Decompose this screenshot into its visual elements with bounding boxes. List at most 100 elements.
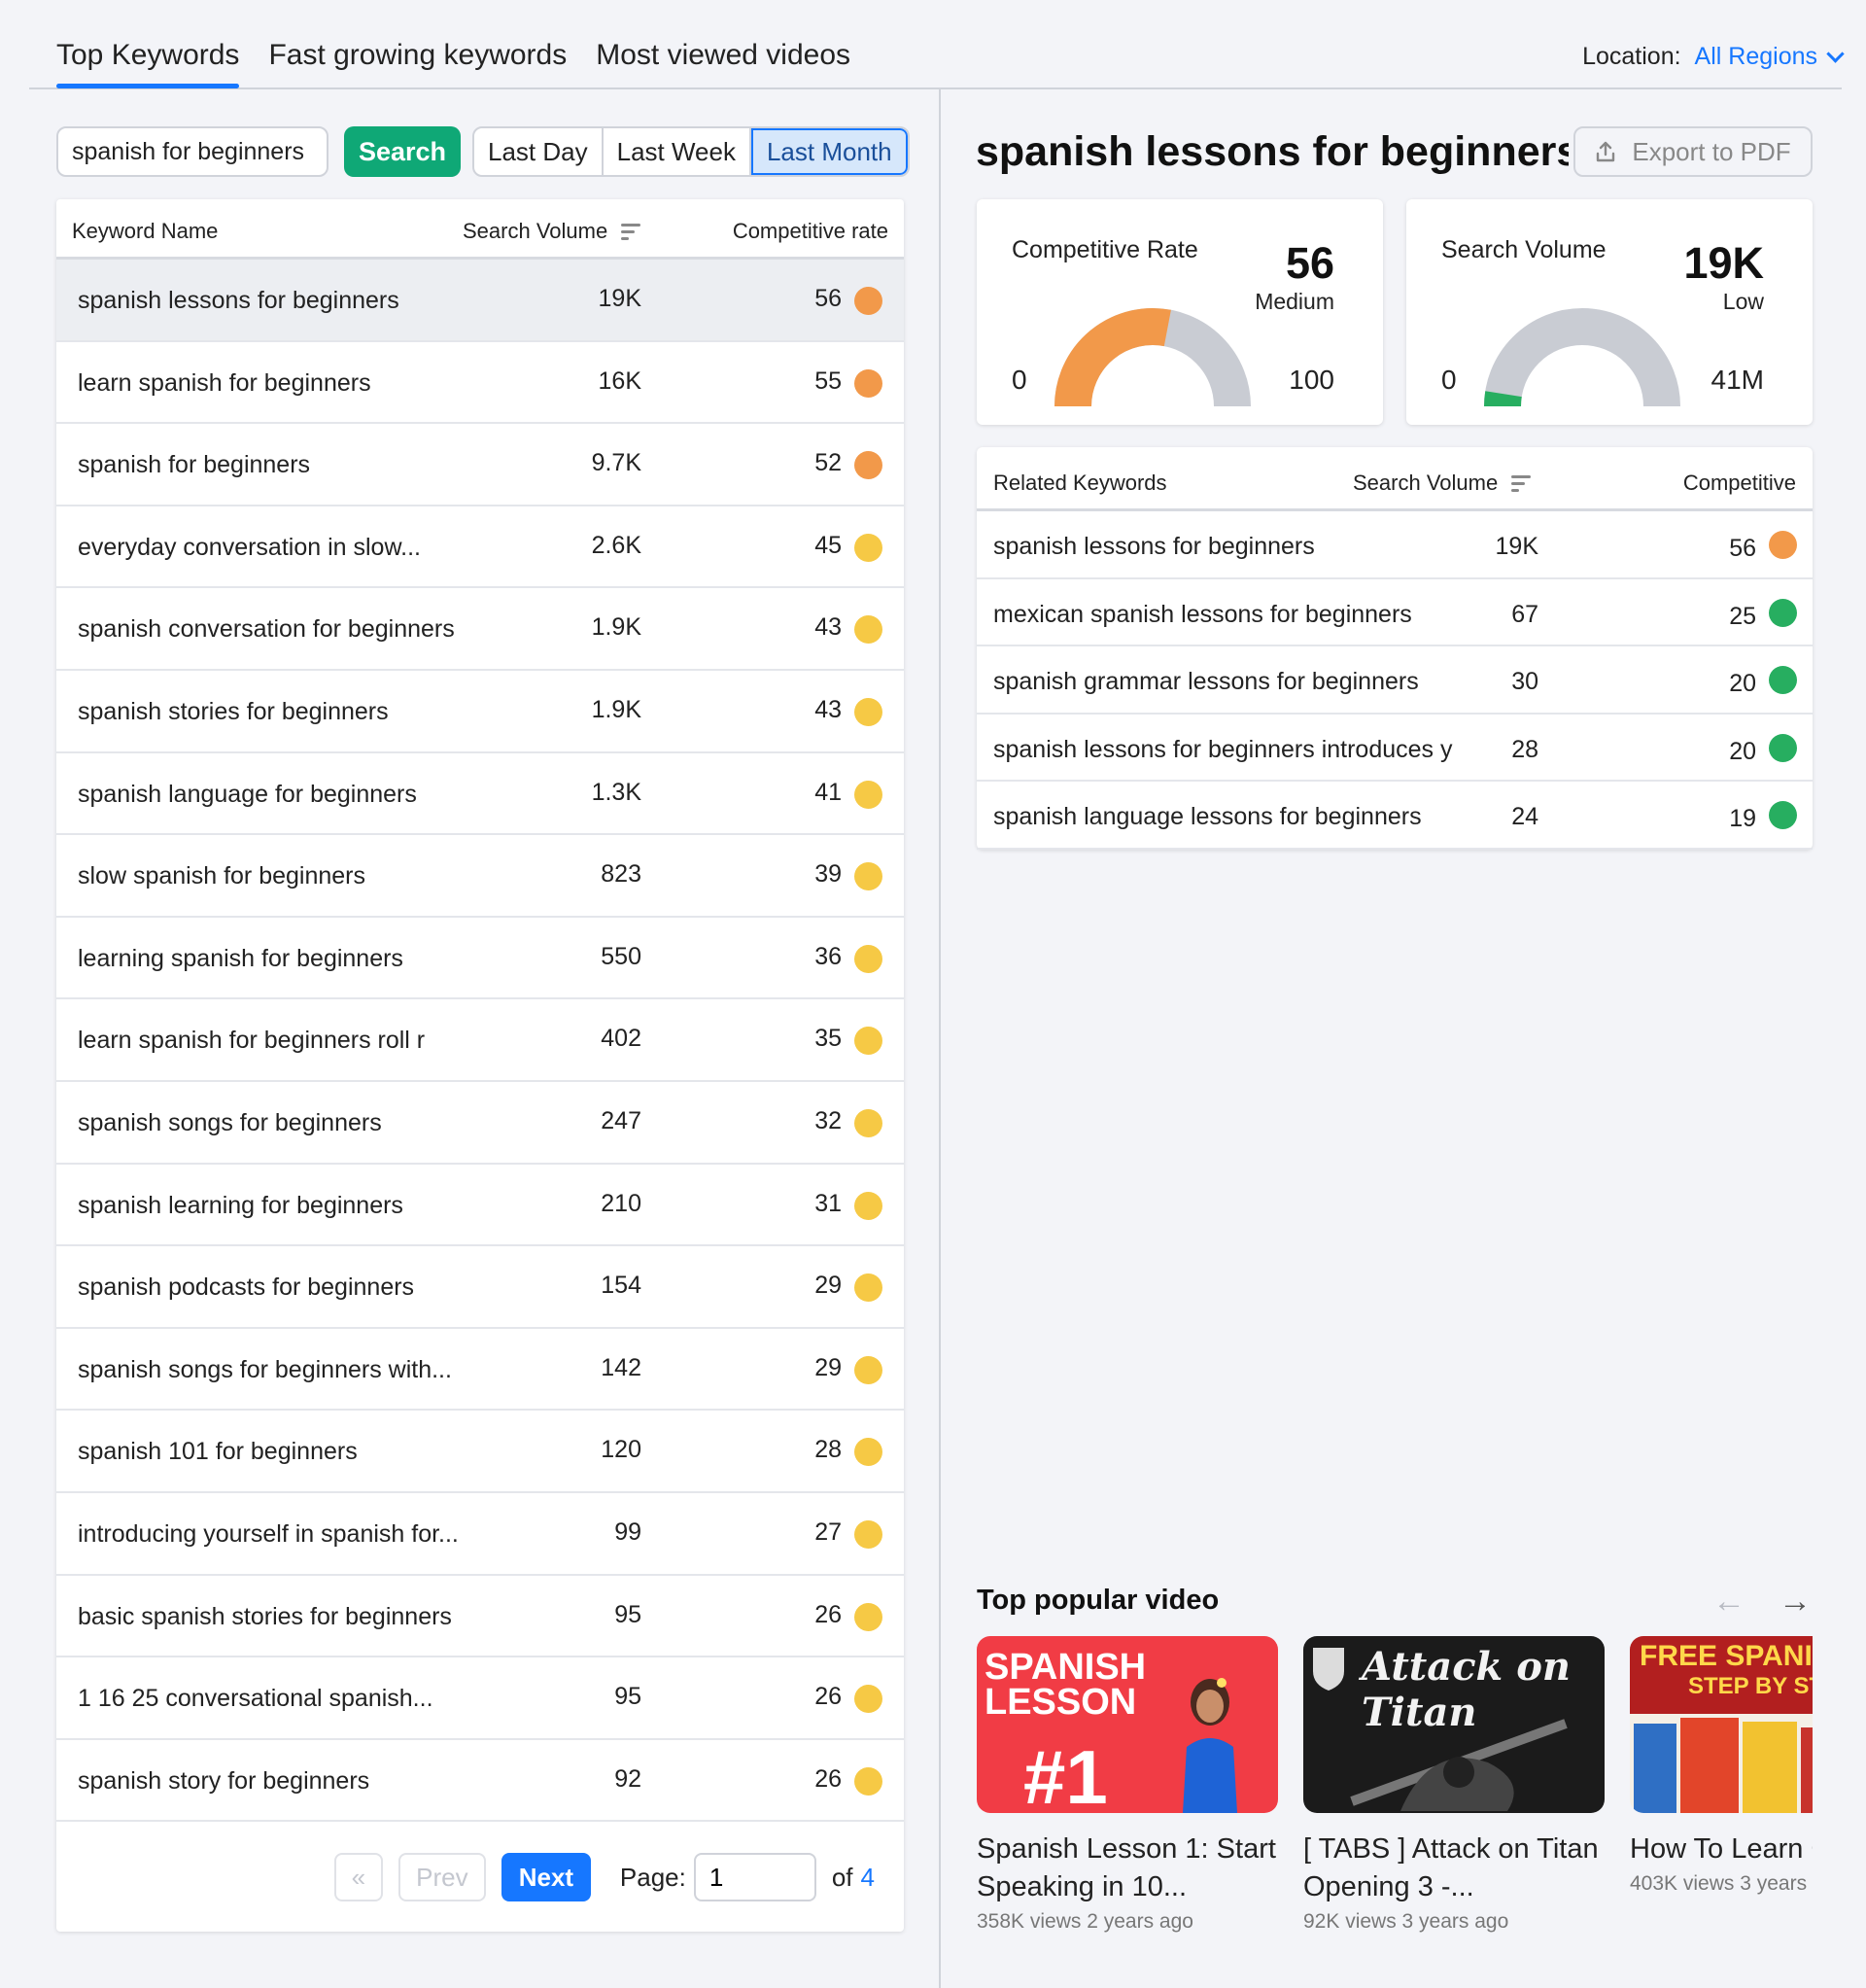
keyword-volume: 92 [614,1764,641,1793]
keyword-rate: 43 [814,613,842,642]
gauge-fill [1054,308,1171,406]
table-row[interactable]: spanish songs for beginners 247 32 [56,1082,904,1165]
sort-icon[interactable] [621,223,641,240]
search-bar: Search Last Day Last Week Last Month [56,126,910,177]
competition-indicator [854,1108,882,1137]
table-row[interactable]: spanish 101 for beginners 120 28 [56,1411,904,1493]
table-row[interactable]: spanish language lessons for beginners 24… [977,782,1813,850]
export-pdf-button[interactable]: Export to PDF [1573,126,1813,177]
page-label: Page: [619,1862,686,1892]
arrow-left-icon[interactable]: ← [1712,1583,1745,1621]
video-meta: 358K views 2 years ago [977,1910,1193,1933]
competitive-rate-card: Competitive Rate 56 Medium 0 100 [977,199,1383,425]
table-row[interactable]: spanish lessons for beginners introduces… [977,715,1813,783]
keyword-name: spanish for beginners [78,451,311,479]
video-card[interactable]: SPANISH LESSON #1 Spanish Lesson 1: Star… [977,1636,1278,1934]
time-range-selector: Last Day Last Week Last Month [472,126,910,177]
next-page-button[interactable]: Next [501,1853,591,1901]
keyword-volume: 154 [601,1272,641,1300]
related-table-body: spanish lessons for beginners 19K 56 mexica… [977,511,1813,850]
video-title[interactable]: Spanish Lesson 1: Start Speaking in 10..… [977,1831,1278,1906]
related-keyword-volume: 24 [1511,803,1538,831]
export-icon [1597,141,1615,162]
location-dropdown[interactable]: All Regions [1695,43,1845,71]
table-row[interactable]: spanish grammar lessons for beginners 30 2… [977,646,1813,715]
range-last-day[interactable]: Last Day [474,128,604,175]
search-input[interactable] [56,126,328,177]
video-title[interactable]: [ TABS ] Attack on Titan Opening 3 -... [1303,1831,1605,1906]
sort-icon[interactable] [1511,474,1532,492]
table-row[interactable]: spanish learning for beginners 210 31 [56,1165,904,1247]
arrow-right-icon[interactable]: → [1779,1583,1812,1621]
related-keyword-rate: 19 [1729,805,1756,833]
location-selector: Location: All Regions [1582,43,1845,71]
first-page-button[interactable]: « [333,1853,383,1901]
keyword-volume: 247 [601,1106,641,1134]
table-row[interactable]: basic spanish stories for beginners 95 26 [56,1576,904,1658]
column-search-volume[interactable]: Search Volume [463,219,641,244]
table-row[interactable]: 1 16 25 conversational spanish... 95 26 [56,1657,904,1740]
keyword-name: spanish language for beginners [78,780,417,808]
metric-value: 19K [1683,238,1764,288]
table-row[interactable]: spanish podcasts for beginners 154 29 [56,1246,904,1329]
related-keyword-volume: 67 [1511,600,1538,628]
keyword-rate: 35 [814,1025,842,1053]
competition-indicator [854,1602,882,1631]
keyword-rate: 41 [814,778,842,806]
tab-top-keywords[interactable]: Top Keywords [56,39,240,88]
column-competitive[interactable]: Competitive [1683,471,1796,496]
table-row[interactable]: spanish lessons for beginners 19K 56 [56,260,904,342]
keyword-volume: 402 [601,1025,641,1053]
column-competitive-rate[interactable]: Competitive rate [733,219,888,244]
page-number-input[interactable] [693,1853,816,1901]
prev-page-button[interactable]: Prev [397,1853,486,1901]
tab-most-viewed-videos[interactable]: Most viewed videos [596,39,850,86]
table-row[interactable]: introducing yourself in spanish for... 99… [56,1493,904,1576]
table-row[interactable]: learn spanish for beginners roll r 402 35 [56,999,904,1082]
related-keyword-volume: 19K [1495,533,1538,560]
keyword-name: spanish 101 for beginners [78,1438,358,1466]
video-thumbnail[interactable]: FREE SPANISH STEP BY STEP [1630,1636,1813,1813]
search-button[interactable]: Search [344,126,461,177]
related-keyword-rate: 56 [1729,535,1756,562]
video-card[interactable]: FREE SPANISH STEP BY STEP How To Learn Q… [1630,1636,1813,1896]
table-row[interactable]: spanish songs for beginners with... 142 29 [56,1329,904,1412]
competition-indicator [1769,801,1797,830]
column-keyword-name[interactable]: Keyword Name [72,219,218,244]
table-row[interactable]: slow spanish for beginners 823 39 [56,835,904,918]
books-illustration [1634,1718,1813,1813]
range-last-month[interactable]: Last Month [750,128,908,175]
table-row[interactable]: spanish lessons for beginners 19K 56 [977,511,1813,579]
keyword-name: spanish lessons for beginners [78,287,399,314]
column-related-keywords[interactable]: Related Keywords [993,471,1167,496]
range-last-week[interactable]: Last Week [604,128,751,175]
competition-indicator [854,287,882,315]
related-keyword-rate: 25 [1729,602,1756,630]
video-card[interactable]: Attack on Titan [ TABS ] Attack on Titan… [1303,1636,1605,1934]
keyword-name: basic spanish stories for beginners [78,1602,452,1630]
keyword-rate: 28 [814,1436,842,1464]
table-row[interactable]: everyday conversation in slow... 2.6K 45 [56,506,904,589]
table-row[interactable]: spanish conversation for beginners 1.9K 43 [56,588,904,671]
tab-fast-growing-keywords[interactable]: Fast growing keywords [268,39,567,86]
table-row[interactable]: learning spanish for beginners 550 36 [56,918,904,1000]
video-thumbnail[interactable]: Attack on Titan [1303,1636,1605,1813]
competition-indicator [1769,733,1797,762]
keyword-rate: 55 [814,366,842,395]
competition-indicator [1769,666,1797,695]
column-search-volume[interactable]: Search Volume [1353,471,1532,496]
table-row[interactable]: spanish language for beginners 1.3K 41 [56,753,904,836]
table-row[interactable]: spanish for beginners 9.7K 52 [56,424,904,506]
table-row[interactable]: spanish stories for beginners 1.9K 43 [56,671,904,753]
table-row[interactable]: learn spanish for beginners 16K 55 [56,342,904,425]
table-row[interactable]: spanish story for beginners 92 26 [56,1740,904,1823]
video-meta: 403K views 3 years [1630,1872,1808,1895]
volume-gauge [1484,308,1680,406]
video-title[interactable]: How To Learn Quickly For Be [1630,1831,1813,1868]
keyword-rate: 26 [814,1764,842,1793]
keyword-volume: 823 [601,860,641,889]
popular-videos-carousel: SPANISH LESSON #1 Spanish Lesson 1: Star… [977,1636,1813,1947]
table-row[interactable]: mexican spanish lessons for beginners 67 2… [977,579,1813,647]
presenter-illustration [1183,1678,1237,1813]
video-thumbnail[interactable]: SPANISH LESSON #1 [977,1636,1278,1813]
